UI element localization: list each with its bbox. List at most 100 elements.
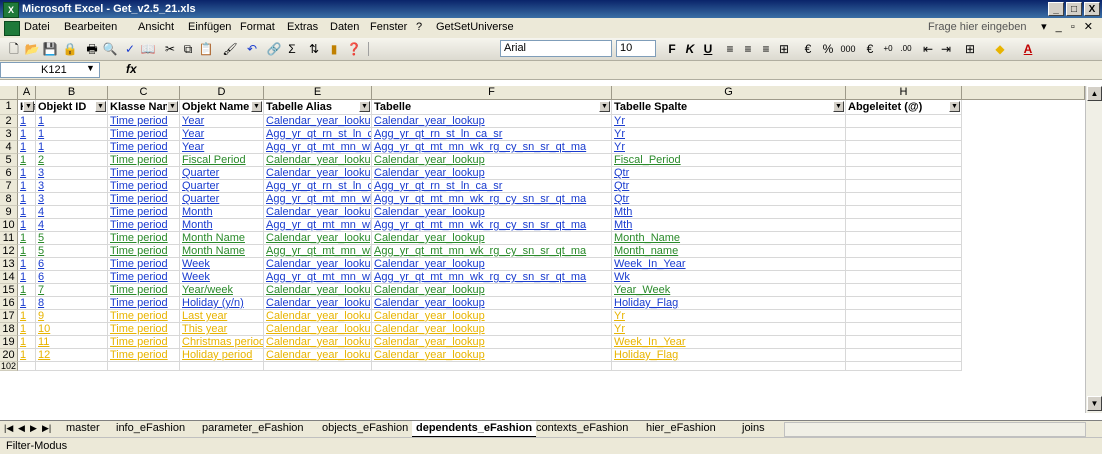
table-cell[interactable]: Agg_yr_qt_mt_mn_wk_rg_cy_sn_sr_qt_ma — [264, 219, 372, 232]
table-cell[interactable] — [846, 128, 962, 141]
table-cell[interactable]: Mth — [612, 219, 846, 232]
borders-icon[interactable]: ⊞ — [962, 41, 978, 57]
table-cell[interactable]: 1 — [36, 128, 108, 141]
table-cell[interactable]: Week — [180, 271, 264, 284]
table-cell[interactable]: Agg_yr_qt_mt_mn_wk_rg_cy_sn_sr_qt_ma — [264, 245, 372, 258]
restore-button[interactable]: □ — [1066, 2, 1082, 16]
table-cell[interactable]: 1 — [36, 141, 108, 154]
table-cell[interactable]: Week — [180, 258, 264, 271]
minimize-button[interactable]: _ — [1048, 2, 1064, 16]
prev-sheet-icon[interactable]: ◀ — [18, 423, 25, 434]
autofilter-dropdown-icon[interactable]: ▼ — [251, 101, 262, 112]
help-icon[interactable]: ❓ — [346, 41, 362, 57]
table-cell[interactable]: Agg_yr_qt_mt_mn_wk_rg_cy_sn_sr_qt_ma — [264, 193, 372, 206]
table-cell[interactable]: Year — [180, 141, 264, 154]
chart-wizard-icon[interactable]: ▮ — [326, 41, 342, 57]
table-cell[interactable]: Yr — [612, 310, 846, 323]
menu-extras[interactable]: Extras — [287, 21, 318, 33]
table-cell[interactable]: Calendar_year_lookup — [372, 115, 612, 128]
table-cell[interactable]: 1 — [18, 167, 36, 180]
row-header[interactable]: 16 — [0, 297, 18, 310]
table-cell[interactable]: Calendar_year_lookup — [372, 336, 612, 349]
table-cell[interactable]: 6 — [36, 271, 108, 284]
table-cell[interactable]: 1 — [18, 115, 36, 128]
table-cell[interactable]: Agg_yr_qt_rn_st_ln_ca_sr — [264, 128, 372, 141]
table-cell[interactable]: 2 — [36, 154, 108, 167]
row-header[interactable]: 5 — [0, 154, 18, 167]
table-cell[interactable]: Christmas period — [180, 336, 264, 349]
row-header[interactable]: 8 — [0, 193, 18, 206]
table-cell[interactable]: 10 — [36, 323, 108, 336]
table-cell[interactable]: Time period — [108, 297, 180, 310]
table-cell[interactable]: Month_Name — [612, 232, 846, 245]
copy-icon[interactable]: ⧉ — [180, 41, 196, 57]
table-cell[interactable]: Agg_yr_qt_rn_st_ln_ca_sr — [372, 180, 612, 193]
autofilter-dropdown-icon[interactable]: ▼ — [359, 101, 370, 112]
thousands-icon[interactable]: 000 — [840, 41, 856, 57]
column-header-e[interactable]: E — [264, 86, 372, 100]
column-header-a[interactable]: A — [18, 86, 36, 100]
table-cell[interactable]: Year/week — [180, 284, 264, 297]
table-cell[interactable]: Calendar_year_lookup — [264, 284, 372, 297]
table-cell[interactable]: Month — [180, 219, 264, 232]
select-all-corner[interactable] — [0, 86, 18, 100]
table-cell[interactable] — [612, 362, 846, 371]
menu-format[interactable]: Format — [240, 21, 275, 33]
autofilter-dropdown-icon[interactable]: ▼ — [23, 101, 34, 112]
research-icon[interactable]: 📖 — [140, 41, 156, 57]
table-cell[interactable]: Calendar_year_lookup — [264, 154, 372, 167]
scroll-down-icon[interactable]: ▼ — [1087, 396, 1102, 411]
table-cell[interactable] — [846, 219, 962, 232]
table-cell[interactable]: Time period — [108, 167, 180, 180]
paste-icon[interactable]: 📋 — [198, 41, 214, 57]
table-cell[interactable]: Wk — [612, 271, 846, 284]
menu-help[interactable]: ? — [416, 21, 422, 33]
underline-icon[interactable]: U — [700, 41, 716, 57]
format-painter-icon[interactable]: 🖌 — [222, 41, 238, 57]
sheet-tab[interactable]: hier_eFashion — [642, 421, 720, 436]
vertical-scrollbar[interactable]: ▲ ▼ — [1085, 86, 1102, 413]
close-button[interactable]: X — [1084, 2, 1100, 16]
table-cell[interactable]: Time period — [108, 232, 180, 245]
table-cell[interactable]: 4 — [36, 206, 108, 219]
table-cell[interactable]: Time period — [108, 323, 180, 336]
row-header[interactable]: 2 — [0, 115, 18, 128]
table-cell[interactable]: 1 — [18, 349, 36, 362]
table-cell[interactable] — [846, 206, 962, 219]
autofilter-dropdown-icon[interactable]: ▼ — [95, 101, 106, 112]
merge-center-icon[interactable]: ⊞ — [776, 41, 792, 57]
table-cell[interactable]: Calendar_year_lookup — [372, 323, 612, 336]
table-cell[interactable]: Time period — [108, 141, 180, 154]
table-cell[interactable] — [846, 180, 962, 193]
sheet-tab[interactable]: master — [62, 421, 104, 436]
table-cell[interactable]: Fiscal Period — [180, 154, 264, 167]
table-cell[interactable]: 5 — [36, 232, 108, 245]
table-cell[interactable]: Month_name — [612, 245, 846, 258]
table-cell[interactable]: 1 — [18, 297, 36, 310]
table-cell[interactable]: Time period — [108, 128, 180, 141]
increase-indent-icon[interactable]: ⇥ — [938, 41, 954, 57]
table-cell[interactable]: Calendar_year_lookup — [264, 310, 372, 323]
help-search-input[interactable]: Frage hier eingeben — [928, 21, 1026, 33]
table-cell[interactable]: 8 — [36, 297, 108, 310]
table-cell[interactable]: Time period — [108, 271, 180, 284]
column-header-blank[interactable] — [962, 86, 1085, 100]
undo-icon[interactable]: ↶ — [244, 41, 260, 57]
increase-decimal-icon[interactable]: +0 — [880, 41, 896, 57]
column-header-d[interactable]: D — [180, 86, 264, 100]
table-cell[interactable] — [846, 349, 962, 362]
table-cell[interactable] — [846, 323, 962, 336]
euro-icon[interactable]: € — [862, 41, 878, 57]
table-cell[interactable]: Time period — [108, 284, 180, 297]
decrease-decimal-icon[interactable]: .00 — [898, 41, 914, 57]
table-cell[interactable] — [180, 362, 264, 371]
autosum-icon[interactable]: Σ — [284, 41, 300, 57]
table-cell[interactable]: This year — [180, 323, 264, 336]
table-cell[interactable]: 1 — [18, 154, 36, 167]
table-cell[interactable]: 7 — [36, 284, 108, 297]
table-cell[interactable]: Calendar_year_lookup — [372, 349, 612, 362]
table-cell[interactable]: Month Name — [180, 232, 264, 245]
sheet-tab[interactable]: objects_eFashion — [318, 421, 412, 436]
table-cell[interactable]: Calendar_year_lookup — [264, 232, 372, 245]
workbook-icon[interactable] — [4, 21, 20, 36]
